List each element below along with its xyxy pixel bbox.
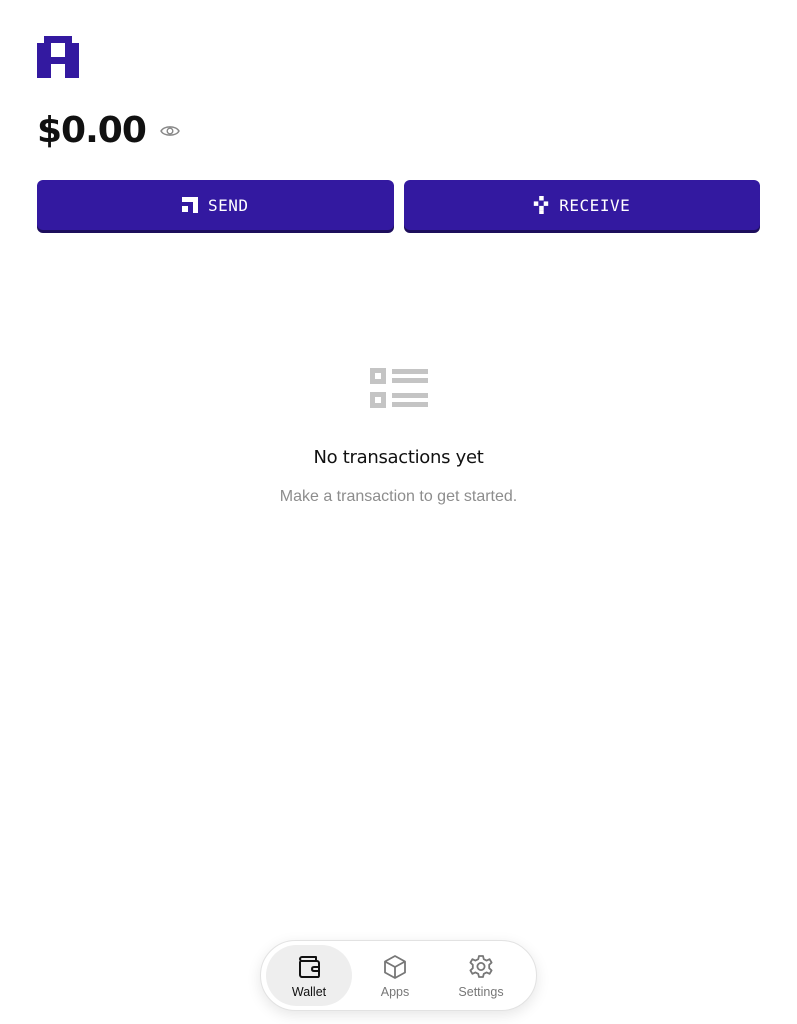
wallet-icon bbox=[299, 955, 320, 978]
nav-label-settings: Settings bbox=[458, 984, 504, 999]
list-icon bbox=[369, 368, 428, 408]
box-icon bbox=[384, 954, 406, 979]
empty-state-subtitle: Make a transaction to get started. bbox=[279, 488, 518, 505]
receive-pixel-icon bbox=[534, 196, 549, 214]
balance-amount: $0.00 bbox=[37, 110, 147, 151]
send-button[interactable]: SEND bbox=[37, 180, 394, 230]
nav-item-apps[interactable]: Apps bbox=[352, 945, 438, 1006]
empty-state: No transactions yet Make a transaction t… bbox=[0, 368, 797, 506]
balance-row: $0.00 bbox=[37, 110, 180, 151]
nav-label-wallet: Wallet bbox=[291, 984, 327, 999]
empty-state-title: No transactions yet bbox=[313, 447, 484, 468]
eye-icon[interactable] bbox=[160, 124, 180, 138]
action-buttons: SEND RECEIVE bbox=[37, 180, 760, 230]
nav-item-settings[interactable]: Settings bbox=[438, 945, 524, 1006]
receive-button[interactable]: RECEIVE bbox=[403, 180, 760, 230]
bottom-nav: Wallet Apps Settings bbox=[260, 940, 537, 1011]
pixel-a-logo-icon bbox=[37, 36, 79, 78]
send-label: SEND bbox=[207, 195, 249, 215]
gear-icon bbox=[469, 954, 493, 978]
nav-label-apps: Apps bbox=[380, 984, 410, 999]
wallet-screen: $0.00 SEND RECEIVE No transactions yet M… bbox=[0, 0, 797, 1024]
receive-label: RECEIVE bbox=[559, 195, 631, 215]
send-pixel-icon bbox=[181, 197, 198, 213]
nav-item-wallet[interactable]: Wallet bbox=[266, 945, 352, 1006]
